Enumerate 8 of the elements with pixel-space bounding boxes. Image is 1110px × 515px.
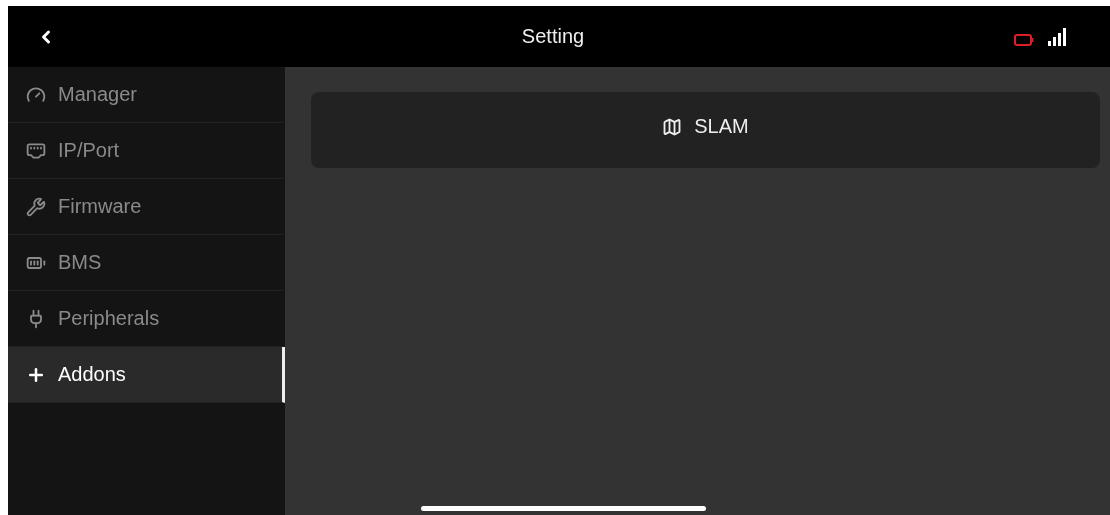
slam-button[interactable]: SLAM	[311, 92, 1100, 168]
battery-icon	[1014, 33, 1034, 46]
wrench-icon	[26, 196, 46, 217]
sidebar-item[interactable]: Addons	[8, 347, 285, 403]
ethernet-port-icon	[26, 140, 46, 161]
screen-title: Setting	[521, 25, 585, 48]
gauge-icon	[26, 84, 46, 105]
map-icon	[662, 116, 683, 137]
